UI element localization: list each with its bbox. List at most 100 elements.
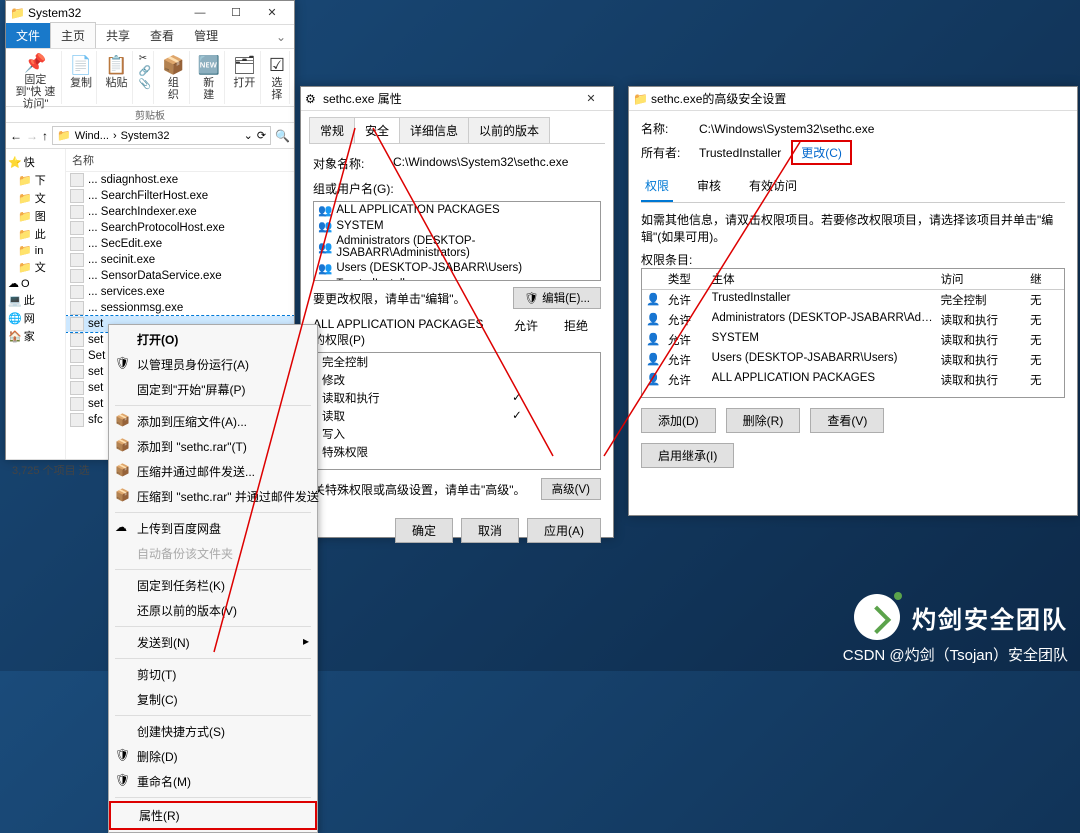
ribbon-tab-share[interactable]: 共享 [96,23,140,48]
breadcrumb[interactable]: 📁 Wind... › System32 ⌄ ⟳ [52,126,271,145]
ribbon-copy[interactable]: 📄复制 [66,51,97,104]
nav-item[interactable]: 📁 下 [8,171,63,189]
tab-general[interactable]: 常规 [309,117,355,143]
table-row[interactable]: 👤允许Users (DESKTOP-JSABARR\Users)读取和执行无 [642,350,1064,370]
ribbon-pin-quickaccess[interactable]: 📌固定到"快 速访问" [10,51,62,104]
col-principal[interactable]: 主体 [712,271,941,287]
back-button[interactable]: ← [10,129,22,143]
group-item[interactable]: 👥TrustedInstaller [314,276,600,281]
ctx-restore-prev[interactable]: 还原以前的版本(V) [109,598,317,623]
ribbon-expand-icon[interactable]: ⌄ [268,26,294,48]
ctx-pin-start[interactable]: 固定到"开始"屏幕(P) [109,377,317,402]
ribbon-open[interactable]: 🗂打开 [229,51,261,104]
remove-button[interactable]: 删除(R) [726,408,801,433]
cancel-button[interactable]: 取消 [461,518,519,543]
column-header-name[interactable]: 名称 [66,149,294,172]
search-icon[interactable]: 🔍 [275,129,290,143]
ctx-upload-baidu[interactable]: ☁上传到百度网盘 [109,516,317,541]
ctx-add-to-rar[interactable]: 📦添加到 "sethc.rar"(T) [109,434,317,459]
copy-path-icon[interactable]: 🔗 [139,66,151,77]
col-type[interactable]: 类型 [668,271,712,287]
tab-audit[interactable]: 审核 [693,173,725,202]
nav-item[interactable]: 📁 in [8,243,63,258]
paste-shortcut-icon[interactable]: 📎 [139,79,151,90]
enable-inheritance-button[interactable]: 启用继承(I) [641,443,734,468]
change-owner-link[interactable]: 更改(C) [791,140,852,165]
breadcrumb-seg[interactable]: System32 [121,130,170,142]
ctx-send-to[interactable]: 发送到(N)▸ [109,630,317,655]
ok-button[interactable]: 确定 [395,518,453,543]
tab-permissions[interactable]: 权限 [641,173,673,202]
group-listbox[interactable]: 👥ALL APPLICATION PACKAGES👥SYSTEM👥Adminis… [313,201,601,281]
minimize-button[interactable]: — [182,1,218,25]
up-button[interactable]: ↑ [42,129,48,143]
list-item[interactable]: ... sdiagnhost.exe [66,172,294,188]
ctx-pin-taskbar[interactable]: 固定到任务栏(K) [109,573,317,598]
list-item[interactable]: ... SearchProtocolHost.exe [66,220,294,236]
forward-button[interactable]: → [26,129,38,143]
col-inherit[interactable]: 继 [1030,271,1060,287]
maximize-button[interactable]: ☐ [218,1,254,25]
ctx-open[interactable]: 打开(O) [109,327,317,352]
list-item[interactable]: ... services.exe [66,284,294,300]
nav-onedrive[interactable]: ☁ O [8,276,63,291]
col-access[interactable]: 访问 [941,271,1031,287]
tab-security[interactable]: 安全 [354,117,400,143]
ribbon-tab-view[interactable]: 查看 [140,23,184,48]
props-titlebar[interactable]: ⚙ sethc.exe 属性 ✕ [301,87,613,111]
ribbon-tab-home[interactable]: 主页 [50,22,96,48]
table-row[interactable]: 👤允许ALL APPLICATION PACKAGES读取和执行无 [642,370,1064,390]
table-row[interactable]: 👤允许SYSTEM读取和执行无 [642,330,1064,350]
table-row[interactable]: 👤允许TrustedInstaller完全控制无 [642,290,1064,310]
nav-home[interactable]: 🏠 家 [8,327,63,345]
edit-button[interactable]: 🛡 编辑(E)... [513,287,601,309]
close-button[interactable]: ✕ [254,1,290,25]
ctx-copy[interactable]: 复制(C) [109,687,317,712]
nav-thispc[interactable]: 💻 此 [8,291,63,309]
view-button[interactable]: 查看(V) [810,408,884,433]
breadcrumb-seg[interactable]: Wind... [75,130,109,142]
ctx-cut[interactable]: 剪切(T) [109,662,317,687]
list-item[interactable]: ... SecEdit.exe [66,236,294,252]
ctx-add-archive[interactable]: 📦添加到压缩文件(A)... [109,409,317,434]
ctx-properties[interactable]: 属性(R) [109,801,317,830]
chevron-down-icon[interactable]: ⌄ [244,129,253,142]
ribbon-organize[interactable]: 📦组 织 [158,51,189,104]
nav-item[interactable]: 📁 文 [8,258,63,276]
nav-quickaccess[interactable]: ⭐ 快 [8,153,63,171]
group-item[interactable]: 👥SYSTEM [314,218,600,234]
nav-network[interactable]: 🌐 网 [8,309,63,327]
tab-details[interactable]: 详细信息 [399,117,469,143]
group-item[interactable]: 👥Users (DESKTOP-JSABARR\Users) [314,260,600,276]
cut-icon[interactable]: ✂ [139,53,151,64]
ctx-compress-email[interactable]: 📦压缩并通过邮件发送... [109,459,317,484]
list-item[interactable]: ... secinit.exe [66,252,294,268]
nav-item[interactable]: 📁 文 [8,189,63,207]
advanced-button[interactable]: 高级(V) [541,478,601,500]
advsec-titlebar[interactable]: 📁 sethc.exe的高级安全设置 [629,87,1077,111]
ribbon-new[interactable]: 🆕新 建 [194,51,225,104]
permission-entries-table[interactable]: 类型 主体 访问 继 👤允许TrustedInstaller完全控制无👤允许Ad… [641,268,1065,398]
refresh-icon[interactable]: ⟳ [257,129,266,142]
group-item[interactable]: 👥Administrators (DESKTOP-JSABARR\Adminis… [314,234,600,260]
ctx-run-as-admin[interactable]: 🛡以管理员身份运行(A) [109,352,317,377]
close-button[interactable]: ✕ [573,87,609,111]
ctx-delete[interactable]: 🛡删除(D) [109,744,317,769]
list-item[interactable]: ... SensorDataService.exe [66,268,294,284]
ribbon-paste[interactable]: 📋粘贴 [101,51,132,104]
tab-previous-versions[interactable]: 以前的版本 [468,117,550,143]
group-item[interactable]: 👥ALL APPLICATION PACKAGES [314,202,600,218]
apply-button[interactable]: 应用(A) [527,518,601,543]
nav-item[interactable]: 📁 此 [8,225,63,243]
list-item[interactable]: ... SearchIndexer.exe [66,204,294,220]
ribbon-select[interactable]: ☑选择 [265,51,290,104]
add-button[interactable]: 添加(D) [641,408,716,433]
table-row[interactable]: 👤允许Administrators (DESKTOP-JSABARR\Admin… [642,310,1064,330]
ribbon-tab-manage[interactable]: 管理 [184,23,228,48]
ctx-rename[interactable]: 🛡重命名(M) [109,769,317,794]
list-item[interactable]: ... SearchFilterHost.exe [66,188,294,204]
ctx-create-shortcut[interactable]: 创建快捷方式(S) [109,719,317,744]
nav-item[interactable]: 📁 图 [8,207,63,225]
list-item[interactable]: ... sessionmsg.exe [66,300,294,316]
tab-effective-access[interactable]: 有效访问 [745,173,801,202]
